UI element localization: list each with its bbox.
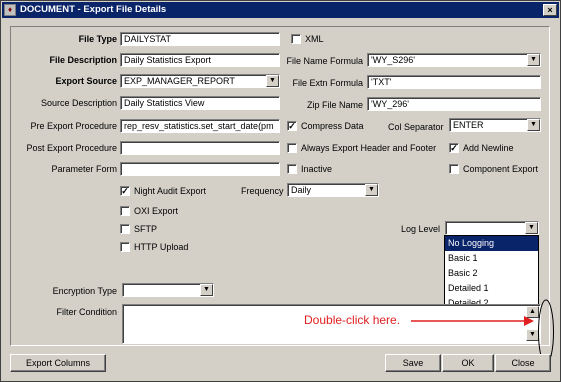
ok-button[interactable]: OK [442,354,494,372]
night-audit-export-checkbox[interactable]: ✓ [120,186,130,196]
sftp-label: SFTP [134,224,158,234]
inactive-label: Inactive [301,164,333,174]
col-separator-value: ENTER [453,120,484,130]
encryption-type-label: Encryption Type [52,286,117,296]
pre-export-procedure-label: Pre Export Procedure [30,121,117,131]
parameter-form-field[interactable] [120,162,280,176]
col-separator-select[interactable]: ENTER ▼ [449,118,541,132]
export-columns-button-label: Export Columns [25,358,91,368]
lov-button-icon[interactable]: ▼ [527,54,540,66]
export-source-label: Export Source [55,76,117,86]
close-button-label: Close [511,358,535,368]
log-level-select[interactable]: ▼ [445,221,539,235]
add-newline-label: Add Newline [463,143,514,153]
file-extn-formula-field[interactable]: 'TXT' [367,75,541,89]
post-export-procedure-label: Post Export Procedure [26,143,117,153]
col-separator-label: Col Separator [388,122,444,132]
chevron-down-icon[interactable]: ▼ [200,284,213,296]
close-button[interactable]: Close [495,354,551,372]
chevron-down-icon[interactable]: ▼ [527,119,540,131]
lov-button-icon[interactable]: ▼ [266,75,279,87]
inactive-checkbox[interactable] [287,164,297,174]
file-name-formula-label: File Name Formula [286,56,363,66]
log-level-option[interactable]: Basic 2 [445,266,538,281]
compress-data-label: Compress Data [301,121,364,131]
frequency-value: Daily [291,185,312,195]
export-file-details-window: ♦ DOCUMENT - Export File Details × File … [0,0,561,382]
pre-export-procedure-field[interactable]: rep_resv_statistics.set_start_date(pm [120,119,280,133]
parameter-form-label: Parameter Form [51,164,117,174]
compress-data-checkbox[interactable]: ✓ [287,121,297,131]
encryption-type-select[interactable]: ▼ [122,283,214,297]
chevron-down-icon[interactable]: ▼ [525,222,538,234]
add-newline-checkbox[interactable]: ✓ [449,143,459,153]
save-button[interactable]: Save [385,354,441,372]
oxi-export-checkbox[interactable] [120,206,130,216]
file-type-field[interactable]: DAILYSTAT [120,32,280,46]
always-export-header-label: Always Export Header and Footer [301,143,437,153]
save-button-label: Save [402,358,424,368]
export-source-field[interactable]: EXP_MANAGER_REPORT ▼ [120,74,280,88]
zip-file-name-label: Zip File Name [306,100,363,110]
export-columns-button[interactable]: Export Columns [10,354,106,372]
window-close-button[interactable]: × [543,4,557,16]
component-export-label: Component Export [463,164,539,174]
export-source-value: EXP_MANAGER_REPORT [124,76,235,86]
annotation-arrowhead [524,316,534,326]
xml-checkbox[interactable] [291,34,301,44]
component-export-checkbox[interactable] [449,164,459,174]
xml-label: XML [305,34,324,44]
log-level-label: Log Level [401,224,441,234]
ok-button-label: OK [461,358,475,368]
log-level-option[interactable]: No Logging [445,236,538,251]
source-description-field[interactable]: Daily Statistics View [120,96,280,110]
frequency-select[interactable]: Daily ▼ [287,183,379,197]
file-name-formula-field[interactable]: 'WY_S296' ▼ [367,53,541,67]
log-level-option[interactable]: Basic 1 [445,251,538,266]
title-bar: ♦ DOCUMENT - Export File Details × [2,2,559,18]
filter-condition-label: Filter Condition [56,307,117,317]
file-name-formula-value: 'WY_S296' [371,55,415,65]
sftp-checkbox[interactable] [120,224,130,234]
double-click-annotation: Double-click here. [304,313,401,327]
app-icon: ♦ [4,4,16,16]
http-upload-label: HTTP Upload [134,242,189,252]
file-description-label: File Description [49,55,117,65]
file-type-label: File Type [78,34,117,44]
window-title: DOCUMENT - Export File Details [20,4,167,15]
zip-file-name-field[interactable]: 'WY_296' [367,97,541,111]
post-export-procedure-field[interactable] [120,141,280,155]
http-upload-checkbox[interactable] [120,242,130,252]
file-extn-formula-label: File Extn Formula [292,78,363,88]
log-level-option[interactable]: Detailed 1 [445,281,538,296]
night-audit-export-label: Night Audit Export [134,186,207,196]
source-description-label: Source Description [40,98,117,108]
chevron-down-icon[interactable]: ▼ [365,184,378,196]
file-description-field[interactable]: Daily Statistics Export [120,53,280,67]
oxi-export-label: OXI Export [134,206,179,216]
always-export-header-checkbox[interactable] [287,143,297,153]
frequency-label: Frequency [241,186,284,196]
